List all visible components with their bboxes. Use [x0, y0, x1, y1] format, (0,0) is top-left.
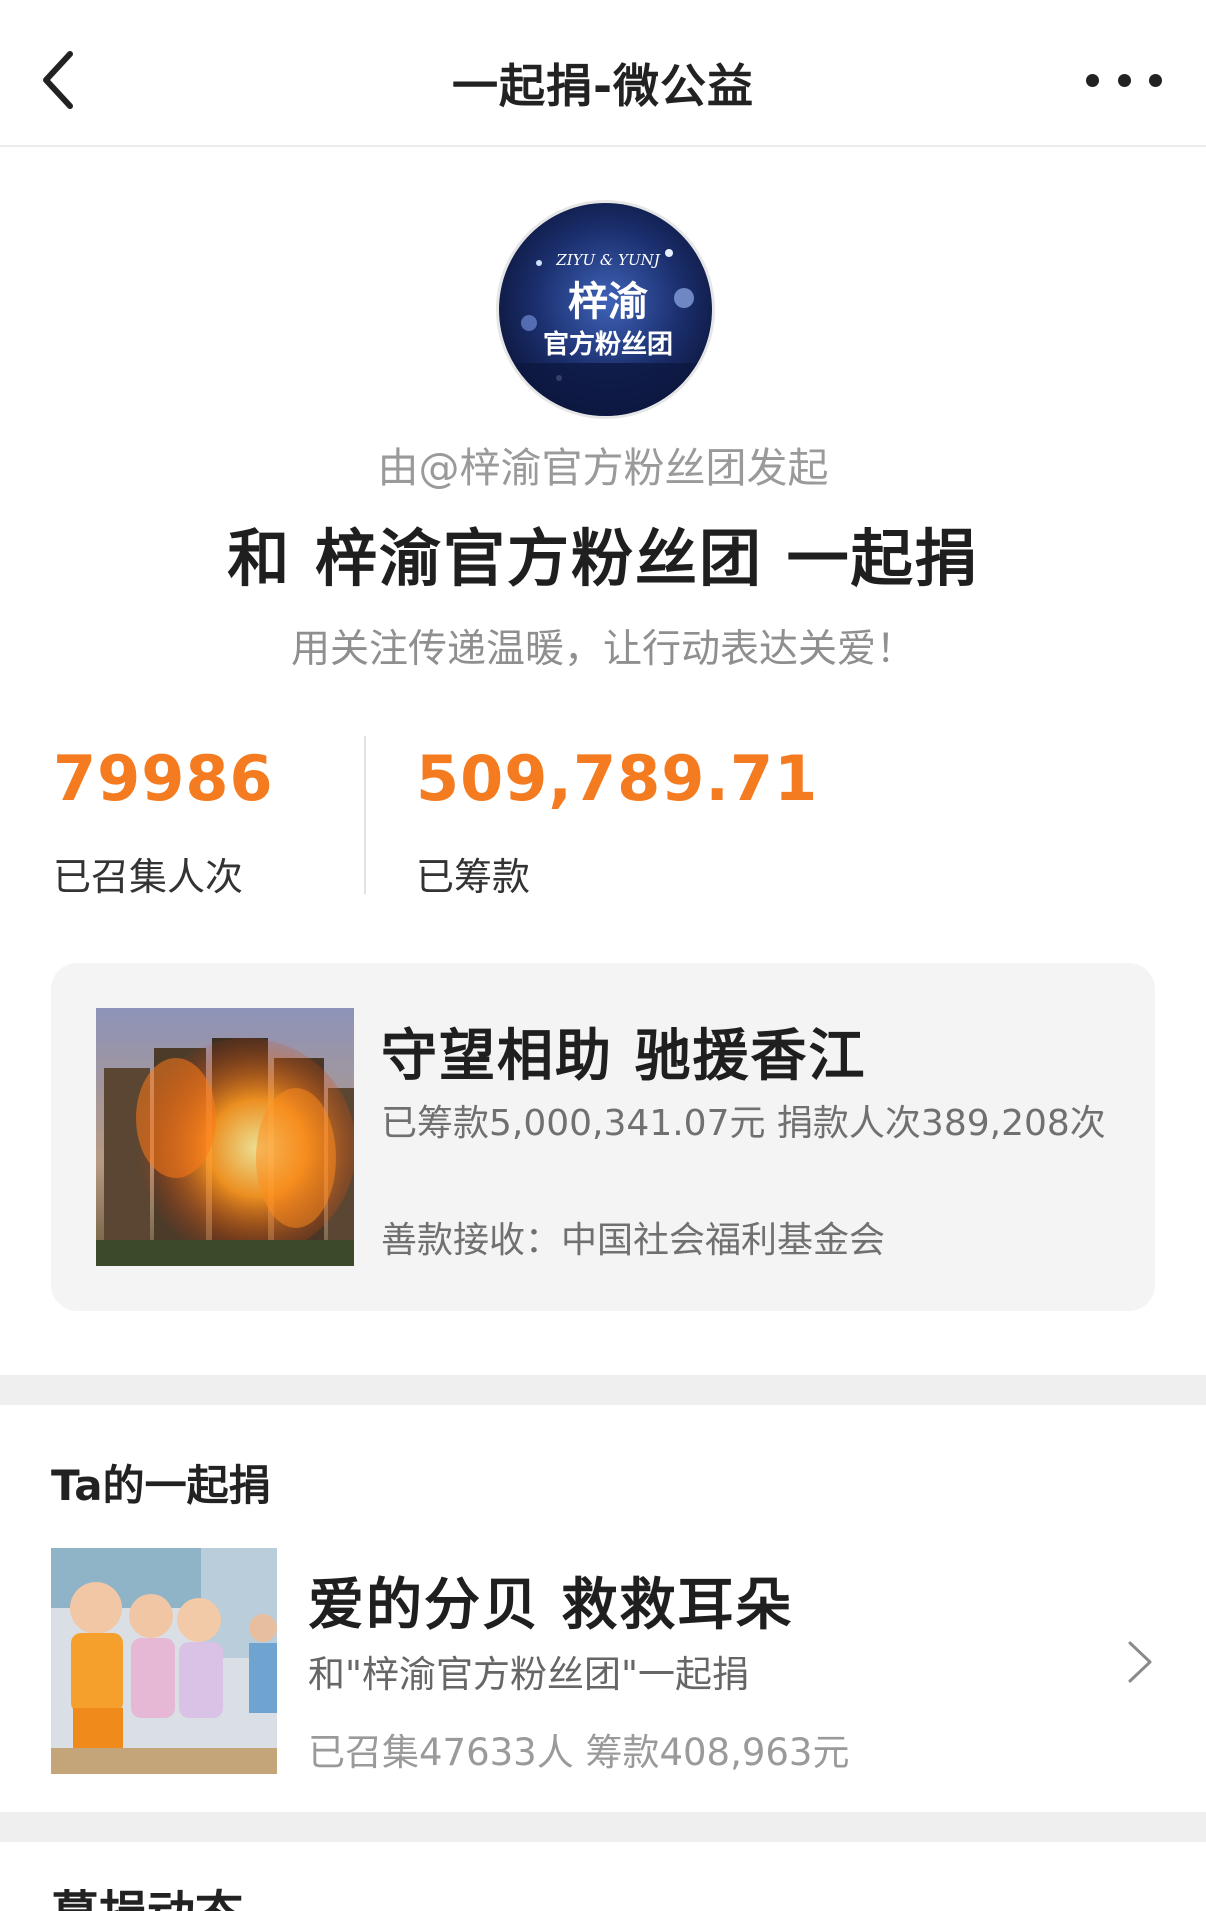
- campaign-headline: 和 梓渝官方粉丝团 一起捐: [227, 522, 979, 595]
- project-receiver: 善款接收：中国社会福利基金会: [381, 1220, 886, 1261]
- more-dot: [1117, 73, 1131, 87]
- page-title: 一起捐-微公益: [451, 59, 755, 113]
- avatar-text-sub: 官方粉丝团: [543, 329, 673, 360]
- project-card[interactable]: 守望相助 驰援香江 已筹款5,000,341.07元 捐款人次389,208次 …: [51, 963, 1155, 1311]
- project-stats: 已筹款5,000,341.07元 捐款人次389,208次: [381, 1103, 1106, 1144]
- ta-item-title: 爱的分贝 救救耳朵: [308, 1573, 794, 1638]
- amount-raised-label: 已筹款: [416, 855, 531, 899]
- avatar-text-main: 梓渝: [568, 278, 648, 325]
- navigation-bar: 一起捐-微公益: [0, 0, 1206, 147]
- ta-donation-item[interactable]: 爱的分贝 救救耳朵 和"梓渝官方粉丝团"一起捐 已召集47633人 筹款408,…: [0, 1540, 1206, 1780]
- initiator-text[interactable]: 由@梓渝官方粉丝团发起: [0, 434, 1206, 494]
- more-dot: [1149, 73, 1162, 87]
- more-button[interactable]: [1086, 64, 1162, 96]
- people-count-value: 79986: [53, 742, 274, 815]
- chevron-right-icon: [1128, 1641, 1152, 1683]
- ta-item-stats: 已召集47633人 筹款408,963元: [308, 1731, 850, 1774]
- avatar-image: ZIYU & YUNJ 梓渝 官方粉丝团: [499, 203, 712, 416]
- ta-section-title: Ta的一起捐: [51, 1461, 271, 1510]
- fan-club-avatar[interactable]: ZIYU & YUNJ 梓渝 官方粉丝团: [496, 200, 715, 419]
- project-title: 守望相助 驰援香江: [381, 1024, 867, 1089]
- campaign-slogan: 用关注传递温暖，让行动表达关爱！: [290, 627, 915, 672]
- ta-item-with: 和"梓渝官方粉丝团"一起捐: [308, 1653, 750, 1696]
- section-separator: [0, 1812, 1206, 1842]
- more-dots-icon: [1086, 73, 1099, 87]
- project-image: [96, 1008, 354, 1266]
- people-count-label: 已召集人次: [53, 855, 244, 899]
- avatar-text-top: ZIYU & YUNJ: [555, 251, 660, 269]
- amount-raised-value: 509,789.71: [416, 742, 819, 815]
- stats-divider: [364, 736, 366, 894]
- ta-item-image: [51, 1548, 277, 1774]
- donation-feed-title: 募捐动态: [51, 1874, 243, 1911]
- section-separator: [0, 1375, 1206, 1405]
